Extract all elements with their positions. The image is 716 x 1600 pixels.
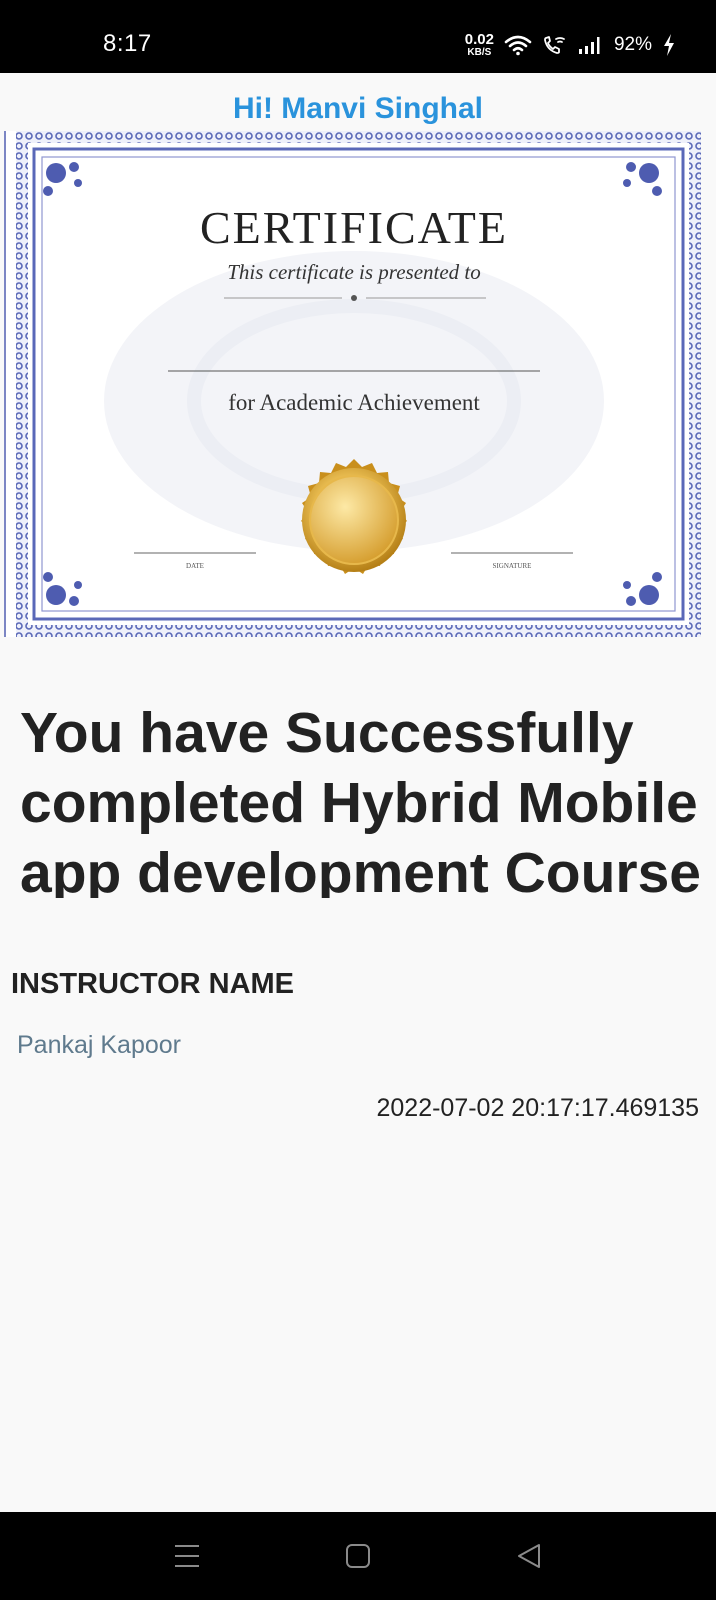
charging-icon [664, 34, 674, 56]
instructor-name: Pankaj Kapoor [17, 1031, 182, 1059]
certificate-date-label: DATE [186, 562, 204, 570]
navigation-bar [0, 1512, 716, 1600]
home-icon [346, 1544, 370, 1568]
menu-icon [175, 1545, 199, 1567]
status-time: 8:17 [103, 30, 152, 57]
battery-level: 92% [613, 34, 652, 55]
completion-timestamp: 2022-07-02 20:17:17.469135 [376, 1094, 699, 1122]
network-speed: 0.02 KB/S [465, 32, 494, 58]
certificate-purpose: for Academic Achievement [228, 390, 480, 415]
network-speed-unit: KB/S [467, 47, 492, 58]
certificate-image: CERTIFICATE This certificate is presente… [4, 131, 701, 637]
signal-icon [578, 37, 600, 54]
back-icon [518, 1544, 540, 1568]
back-button[interactable] [484, 1512, 574, 1600]
certificate-title: CERTIFICATE [200, 202, 508, 253]
network-speed-value: 0.02 [464, 31, 494, 48]
instructor-heading: INSTRUCTOR NAME [11, 968, 295, 1000]
certificate-signature-label: SIGNATURE [493, 562, 532, 570]
home-button[interactable] [313, 1512, 403, 1600]
completion-headline: You have Successfully completed Hybrid M… [20, 701, 701, 898]
status-bar: 8:17 0.02 KB/S 92% [0, 0, 716, 73]
wifi-calling-icon [544, 36, 565, 54]
wifi-icon [504, 35, 532, 56]
recent-apps-button[interactable] [142, 1512, 232, 1600]
greeting-title: Hi! Manvi Singhal [232, 92, 484, 125]
certificate-subtitle: This certificate is presented to [227, 260, 481, 284]
status-indicators: 0.02 KB/S 92% [465, 28, 676, 62]
